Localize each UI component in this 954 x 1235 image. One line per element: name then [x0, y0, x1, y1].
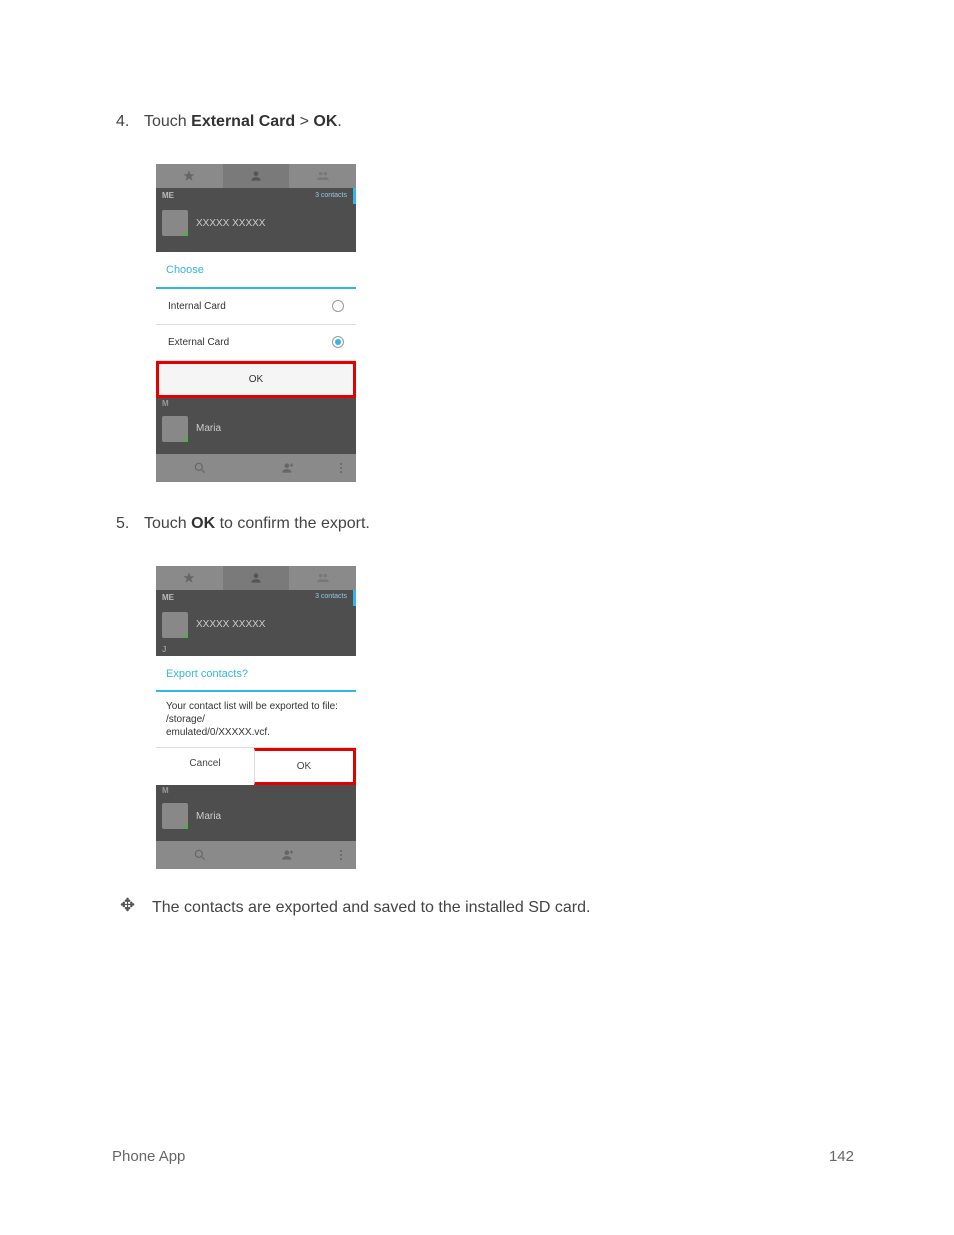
star-tab-icon[interactable] — [156, 566, 223, 590]
radio-unchecked-icon[interactable] — [332, 300, 344, 312]
footer-section: Phone App — [112, 1148, 185, 1165]
phone-top-tabs — [156, 164, 356, 188]
choose-dialog: Choose Internal Card External Card OK — [156, 252, 356, 398]
option-label: Internal Card — [168, 299, 226, 314]
contact-row[interactable]: XXXXX XXXXX — [156, 204, 356, 242]
add-contact-icon[interactable] — [244, 841, 332, 869]
section-letter: M — [156, 785, 356, 797]
phone-bottom-bar — [156, 454, 356, 482]
groups-tab-icon[interactable] — [289, 566, 356, 590]
step-text-bold-1: External Card — [191, 113, 295, 130]
me-header-row: ME 3 contacts — [156, 188, 356, 204]
step-text-bold-2: OK — [313, 113, 337, 130]
option-label: External Card — [168, 335, 229, 350]
contact-name: XXXXX XXXXX — [196, 216, 265, 231]
footer-page-number: 142 — [829, 1148, 854, 1165]
dialog-title: Export contacts? — [156, 656, 356, 691]
contacts-count: 3 contacts — [315, 592, 347, 603]
me-label: ME — [162, 592, 174, 604]
internal-card-option[interactable]: Internal Card — [156, 289, 356, 325]
export-confirm-dialog: Export contacts? Your contact list will … — [156, 656, 356, 786]
contact-row[interactable]: Maria — [156, 797, 356, 835]
steps-list: 4. Touch External Card > OK. ME 3 contac… — [116, 110, 854, 869]
step-text-bold: OK — [191, 515, 215, 532]
contact-row[interactable]: Maria — [156, 410, 356, 448]
star-tab-icon[interactable] — [156, 164, 223, 188]
me-header-row: ME 3 contacts — [156, 590, 356, 606]
phone-top-tabs — [156, 566, 356, 590]
contact-name: XXXXX XXXXX — [196, 617, 265, 632]
step-text: Touch OK to confirm the export. — [144, 512, 854, 536]
contacts-count: 3 contacts — [315, 191, 347, 202]
step-5: 5. Touch OK to confirm the export. ME 3 … — [116, 512, 854, 870]
groups-tab-icon[interactable] — [289, 164, 356, 188]
me-label: ME — [162, 190, 174, 202]
section-letter: M — [156, 398, 356, 410]
search-icon[interactable] — [156, 841, 244, 869]
step-text-pre: Touch — [144, 515, 191, 532]
cancel-button[interactable]: Cancel — [156, 748, 254, 785]
contacts-tab-icon[interactable] — [223, 566, 290, 590]
phone-bottom-bar — [156, 841, 356, 869]
document-page: 4. Touch External Card > OK. ME 3 contac… — [0, 0, 954, 917]
dialog-title: Choose — [156, 252, 356, 287]
phone-screenshot-1: ME 3 contacts XXXXX XXXXX Choose Interna… — [156, 164, 356, 482]
avatar-icon — [162, 416, 188, 442]
result-text: The contacts are exported and saved to t… — [152, 899, 590, 917]
result-line: The contacts are exported and saved to t… — [120, 899, 854, 917]
overflow-menu-icon[interactable] — [332, 841, 356, 869]
external-card-option[interactable]: External Card — [156, 325, 356, 361]
step-text-mid: > — [295, 113, 313, 130]
avatar-icon — [162, 612, 188, 638]
contact-row[interactable]: XXXXX XXXXX — [156, 606, 356, 644]
step-number: 5. — [116, 512, 144, 536]
step-text: Touch External Card > OK. — [144, 110, 854, 134]
add-contact-icon[interactable] — [244, 454, 332, 482]
step-number: 4. — [116, 110, 144, 134]
step-4: 4. Touch External Card > OK. ME 3 contac… — [116, 110, 854, 482]
dialog-buttons: Cancel OK — [156, 747, 356, 785]
page-footer: Phone App 142 — [112, 1148, 854, 1165]
radio-checked-icon[interactable] — [332, 336, 344, 348]
ok-button[interactable]: OK — [156, 361, 356, 398]
contacts-tab-icon[interactable] — [223, 164, 290, 188]
result-bullet-icon — [120, 899, 138, 917]
avatar-icon — [162, 803, 188, 829]
contact-name: Maria — [196, 809, 221, 824]
step-text-post: . — [337, 113, 341, 130]
section-letter: J — [156, 644, 356, 656]
search-icon[interactable] — [156, 454, 244, 482]
step-text-pre: Touch — [144, 113, 191, 130]
step-text-post: to confirm the export. — [215, 515, 370, 532]
overflow-menu-icon[interactable] — [332, 454, 356, 482]
avatar-icon — [162, 210, 188, 236]
dialog-message: Your contact list will be exported to fi… — [156, 692, 356, 747]
phone-screenshot-2: ME 3 contacts XXXXX XXXXX J Export conta… — [156, 566, 356, 870]
contact-name: Maria — [196, 421, 221, 436]
ok-button[interactable]: OK — [254, 748, 356, 785]
